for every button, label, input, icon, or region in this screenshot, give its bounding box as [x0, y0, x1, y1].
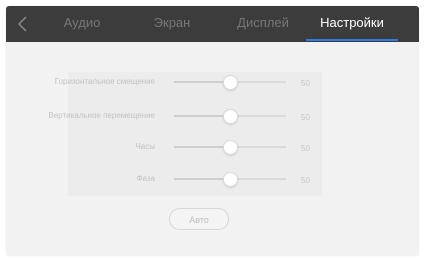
slider-fill	[174, 81, 230, 83]
chevron-left-icon	[17, 16, 27, 32]
tab-settings[interactable]: Настройки	[306, 6, 398, 42]
top-navigation-bar: Аудио Экран Дисплей Настройки	[6, 6, 419, 42]
tab-audio[interactable]: Аудио	[52, 6, 112, 42]
phase-thumb[interactable]	[223, 172, 238, 187]
horizontal-offset-thumb[interactable]	[223, 75, 238, 90]
horizontal-offset-label: Горизонтальное смещение	[54, 77, 155, 86]
settings-window: Аудио Экран Дисплей Настройки Горизонтал…	[6, 6, 419, 256]
phase-label: Фаза	[136, 174, 155, 183]
active-tab-indicator	[306, 39, 398, 41]
vertical-shift-value: 50	[301, 113, 310, 122]
phase-value: 50	[301, 176, 310, 185]
slider-fill	[174, 146, 230, 148]
auto-button[interactable]: Авто	[169, 208, 229, 230]
clock-label: Часы	[135, 142, 155, 151]
slider-fill	[174, 178, 230, 180]
horizontal-offset-value: 50	[301, 79, 310, 88]
vertical-shift-thumb[interactable]	[223, 109, 238, 124]
clock-thumb[interactable]	[223, 140, 238, 155]
vertical-shift-label: Вертикальное перемещение	[48, 111, 155, 120]
clock-value: 50	[301, 144, 310, 153]
tab-display[interactable]: Дисплей	[228, 6, 298, 42]
slider-fill	[174, 115, 230, 117]
back-button[interactable]	[16, 15, 30, 33]
tab-screen[interactable]: Экран	[142, 6, 202, 42]
